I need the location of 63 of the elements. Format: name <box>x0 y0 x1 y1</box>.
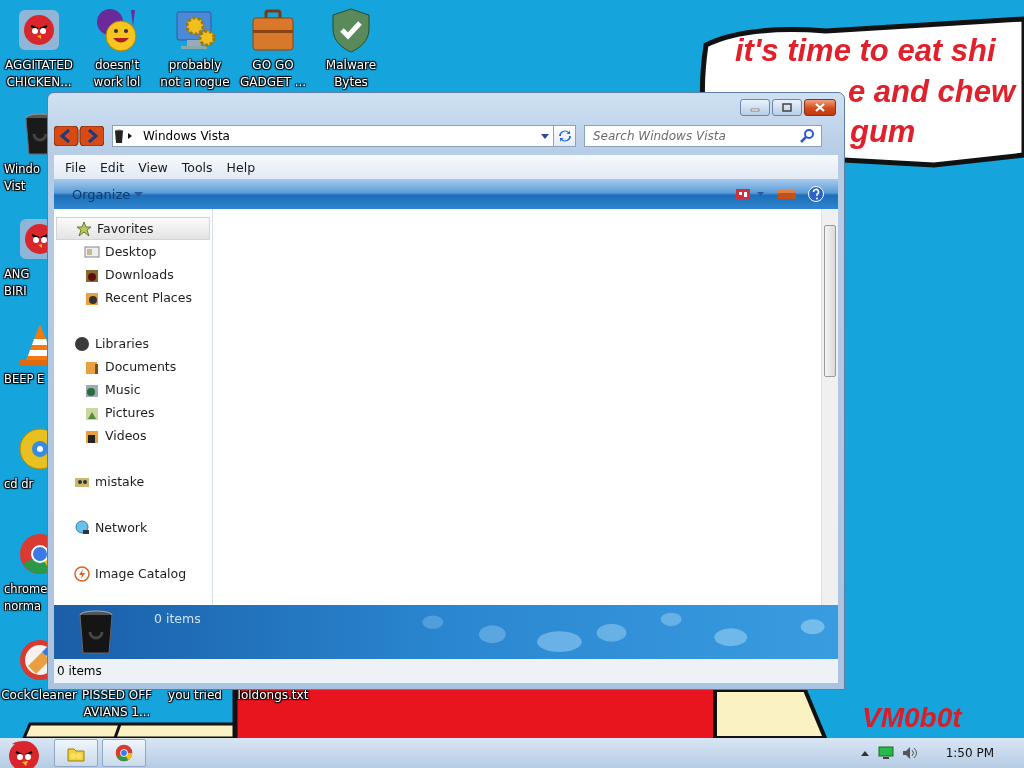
icon-label: cd dr <box>4 476 34 493</box>
trash-bin-icon <box>76 610 116 654</box>
icon-label: doesn't work lol <box>93 57 141 91</box>
nav-item[interactable]: Network <box>54 516 212 539</box>
icon-label: chrome norma <box>4 581 48 615</box>
address-path[interactable]: Windows Vista <box>143 129 537 143</box>
wallpaper-caption: it's time to eat shi <box>735 33 996 69</box>
status-bar: 0 items <box>54 659 838 683</box>
icon-label: GO GO GADGET ... <box>239 57 307 91</box>
lightning-icon <box>74 565 90 582</box>
views-icon[interactable] <box>736 188 766 200</box>
maximize-button[interactable] <box>772 98 802 116</box>
icon-label: loldongs.txt <box>237 687 309 704</box>
address-bar[interactable]: Windows Vista <box>112 125 576 147</box>
nav-item[interactable]: Music <box>54 378 212 401</box>
desktop-icon <box>84 243 100 260</box>
chrome-icon <box>114 743 134 763</box>
icon-label: Windo Vist <box>4 161 40 195</box>
icon-label: AGGITATED CHICKEN... <box>5 57 73 91</box>
icon-label: ANG BIRI <box>4 266 30 300</box>
close-icon[interactable] <box>815 102 825 112</box>
taskbar-button[interactable] <box>102 739 146 767</box>
show-hidden-icons-icon[interactable] <box>859 749 870 757</box>
signature-text: VM0b0t <box>862 702 962 734</box>
menu-item[interactable]: File <box>58 159 93 175</box>
item-count: 0 items <box>154 611 201 626</box>
menu-item[interactable]: Edit <box>92 159 132 175</box>
nav-item[interactable]: Favorites <box>56 217 210 240</box>
icon-label: CockCleaner <box>1 687 77 704</box>
nav-item[interactable]: Downloads <box>54 263 212 286</box>
scrollbar[interactable] <box>821 209 838 605</box>
nav-item[interactable]: Videos <box>54 424 212 447</box>
nav-item[interactable]: Recent Places <box>54 286 212 309</box>
minimize-button[interactable] <box>740 98 770 116</box>
nav-item[interactable]: Documents <box>54 355 212 378</box>
search-field[interactable]: Search Windows Vista <box>584 125 822 147</box>
icon-label: Malware Bytes <box>325 57 377 91</box>
network-icon[interactable] <box>877 746 894 760</box>
nav-item[interactable]: mistake <box>54 470 212 493</box>
clock[interactable]: 1:50 PM <box>945 746 994 760</box>
help-icon[interactable] <box>808 186 824 202</box>
icon-label: PISSED OFF AVIANS 1... <box>82 687 152 721</box>
scroll-thumb[interactable] <box>824 225 836 377</box>
nav-item[interactable]: Libraries <box>54 332 212 355</box>
menu-item[interactable]: View <box>131 159 175 175</box>
wallpaper-caption: gum <box>850 114 916 150</box>
nav-item[interactable]: Image Catalog <box>54 562 212 585</box>
volume-icon[interactable] <box>901 746 918 760</box>
sphere-icon <box>74 335 90 352</box>
maximize-icon[interactable] <box>782 102 792 112</box>
icon-label: you tried <box>168 687 222 704</box>
menu-item[interactable]: Help <box>219 159 263 175</box>
caret-icon[interactable] <box>134 191 144 197</box>
close-button[interactable] <box>804 98 836 116</box>
nav-item[interactable]: Pictures <box>54 401 212 424</box>
wallpaper-caption: e and chew <box>848 74 1016 110</box>
icon-label: BEEP E <box>4 371 45 388</box>
nav-item[interactable]: Desktop <box>54 240 212 263</box>
globe-icon <box>74 519 90 536</box>
back-forward-buttons[interactable] <box>54 126 104 146</box>
icon-label: probably not a rogue <box>160 57 230 91</box>
menu-item[interactable]: Tools <box>174 159 220 175</box>
star-icon <box>76 220 92 237</box>
